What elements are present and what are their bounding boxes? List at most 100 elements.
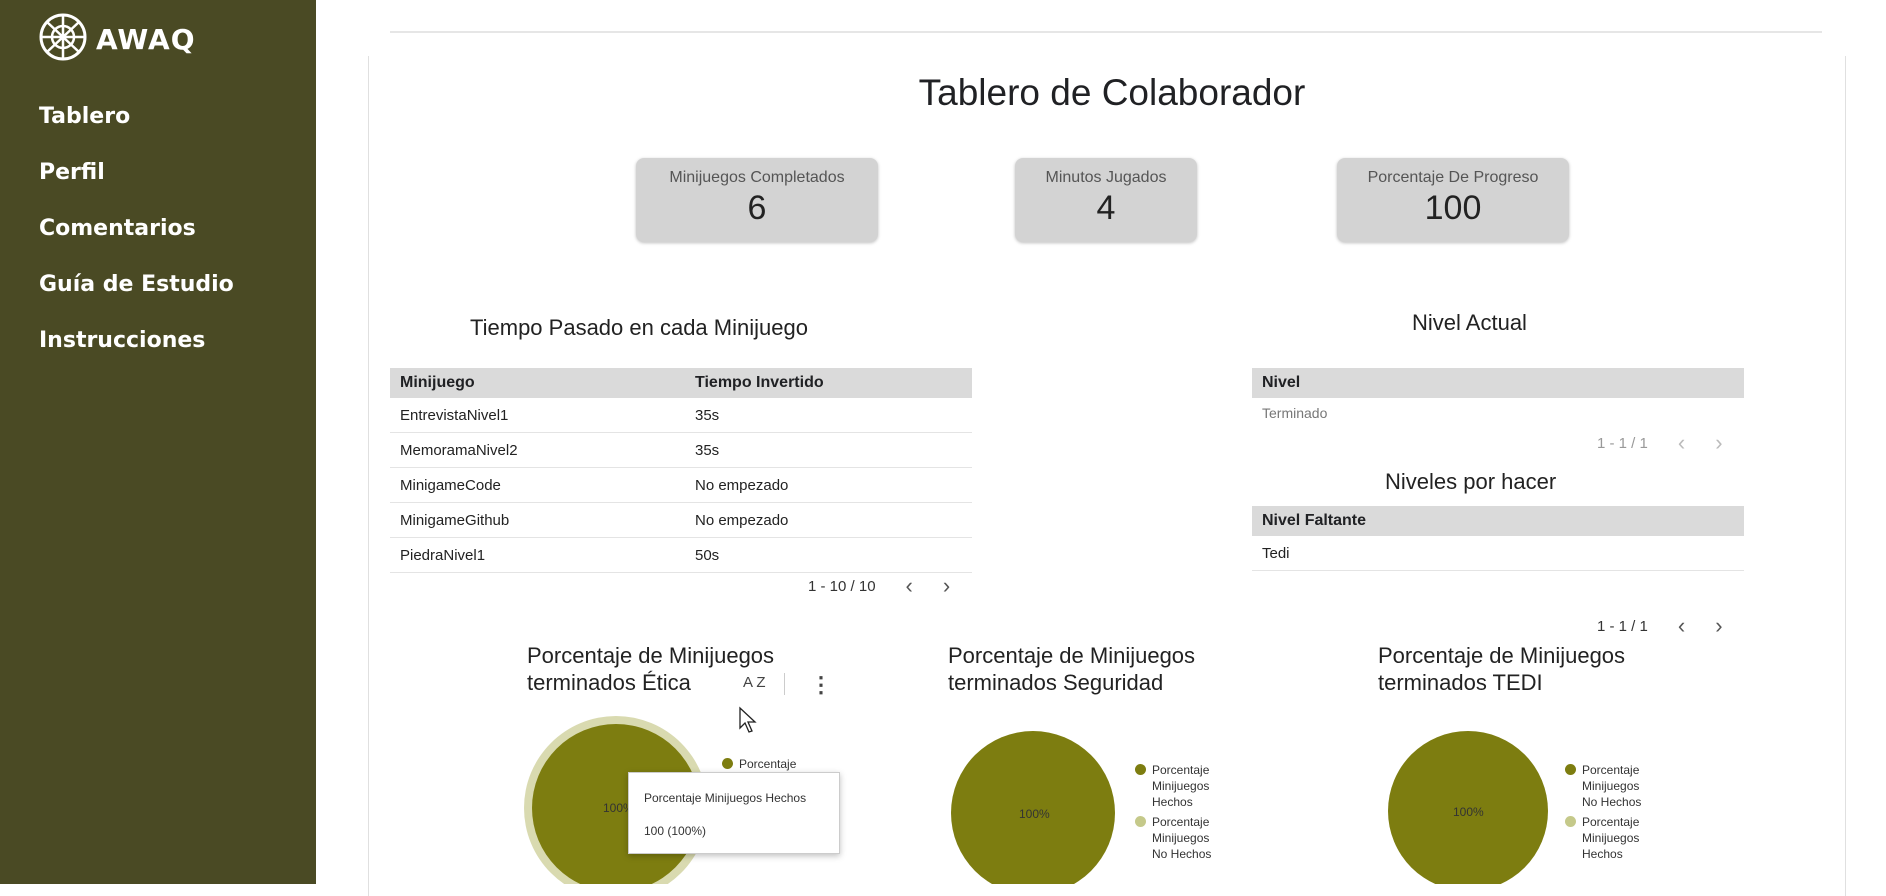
cell-tiempo: No empezado (685, 502, 972, 538)
chart-tooltip: Porcentaje Minijuegos Hechos 100 (100%) (628, 772, 840, 854)
chevron-left-icon[interactable]: ‹ (1678, 613, 1685, 639)
sidebar-item-comentarios[interactable]: Comentarios (39, 216, 196, 241)
kpi-value: 100 (1424, 189, 1482, 227)
chart-tedi-legend: Porcentaje Minijuegos No Hechos Porcenta… (1565, 762, 1641, 866)
todo-table: Nivel Faltante Tedi (1252, 506, 1744, 571)
legend-dot (1565, 816, 1576, 827)
legend-dot (722, 758, 733, 769)
legend-label: Porcentaje (1582, 763, 1640, 777)
legend-dot (1135, 816, 1146, 827)
todo-table-pager: 1 - 1 / 1 ‹ › (1597, 613, 1723, 639)
kpi-minijuegos-completados: Minijuegos Completados 6 (636, 158, 878, 242)
legend-dot (1565, 764, 1576, 775)
legend-item[interactable]: Porcentaje Minijuegos Hechos (1135, 762, 1211, 810)
cell-minijuego: EntrevistaNivel1 (390, 398, 685, 433)
chevron-left-icon[interactable]: ‹ (1678, 430, 1685, 456)
todo-table-title: Niveles por hacer (1385, 469, 1557, 494)
table-row: EntrevistaNivel1 35s (390, 398, 972, 433)
column-header-minijuego[interactable]: Minijuego (390, 368, 685, 398)
table-row: Tedi (1252, 536, 1744, 571)
pager-text: 1 - 10 / 10 (808, 577, 876, 595)
cell-nivel-faltante: Tedi (1252, 536, 1744, 571)
cell-tiempo: 50s (685, 537, 972, 573)
cell-nivel: Terminado (1262, 405, 1328, 421)
cell-tiempo: 35s (685, 398, 972, 433)
legend-label: Hechos (1582, 847, 1623, 861)
chevron-right-icon[interactable]: › (1715, 430, 1722, 456)
kpi-label: Minutos Jugados (1045, 169, 1167, 186)
chevron-right-icon[interactable]: › (943, 573, 950, 599)
legend-item[interactable]: Porcentaje Minijuegos No Hechos (1135, 814, 1211, 862)
level-table-pager: 1 - 1 / 1 ‹ › (1597, 430, 1723, 456)
chevron-right-icon[interactable]: › (1715, 613, 1722, 639)
sort-az-icon[interactable]: A Z (743, 674, 766, 691)
chart-title-line: terminados Ética (527, 670, 691, 695)
table-row: MemoramaNivel2 35s (390, 432, 972, 468)
cell-minijuego: MinigameGithub (390, 502, 685, 538)
time-table-pager: 1 - 10 / 10 ‹ › (808, 573, 950, 599)
legend-label: No Hechos (1152, 847, 1212, 861)
chart-title-line: terminados Seguridad (948, 670, 1164, 695)
legend-label: Porcentaje (1152, 815, 1210, 829)
time-table-title: Tiempo Pasado en cada Minijuego (470, 315, 808, 340)
logo[interactable]: AWAQ (38, 12, 196, 67)
time-table: Minijuego Tiempo Invertido EntrevistaNiv… (390, 368, 972, 573)
legend-label: Minijuegos (1582, 831, 1640, 845)
column-header-nivel[interactable]: Nivel (1252, 368, 1744, 398)
kpi-porcentaje-progreso: Porcentaje De Progreso 100 (1337, 158, 1569, 242)
chart-title-line: Porcentaje de Minijuegos (1378, 643, 1626, 668)
cell-minijuego: MinigameCode (390, 467, 685, 503)
legend-label: No Hechos (1582, 795, 1642, 809)
globe-logo-icon (38, 12, 88, 67)
legend-label: Minijuegos (1152, 779, 1210, 793)
legend-label: Porcentaje (1582, 815, 1640, 829)
cell-minijuego: MemoramaNivel2 (390, 432, 685, 468)
legend-item[interactable]: Porcentaje Minijuegos Hechos (1565, 814, 1641, 862)
level-table: Nivel Terminado (1252, 368, 1744, 428)
logo-text: AWAQ (96, 23, 196, 56)
cell-tiempo: 35s (685, 432, 972, 468)
sidebar-item-perfil[interactable]: Perfil (39, 160, 105, 185)
column-header-nivel-faltante[interactable]: Nivel Faltante (1252, 506, 1744, 536)
kpi-value: 4 (1096, 189, 1116, 227)
sidebar: AWAQ Tablero Perfil Comentarios Guía de … (0, 0, 316, 884)
page-title: Tablero de Colaborador (918, 72, 1306, 113)
legend-label: Porcentaje (1152, 763, 1210, 777)
pager-text: 1 - 1 / 1 (1597, 617, 1648, 635)
chart-seguridad-title: Porcentaje de Minijuegos terminados Segu… (948, 642, 1195, 696)
legend-item[interactable]: Porcentaje (722, 756, 796, 772)
top-divider (390, 31, 1822, 33)
chart-seguridad-legend: Porcentaje Minijuegos Hechos Porcentaje … (1135, 762, 1211, 866)
legend-label: Minijuegos (1582, 779, 1640, 793)
pager-text: 1 - 1 / 1 (1597, 434, 1648, 452)
tooltip-value: 100 (100%) (644, 824, 707, 838)
table-row: MinigameCode No empezado (390, 467, 972, 503)
chart-tedi-title: Porcentaje de Minijuegos terminados TEDI (1378, 642, 1625, 696)
chart-title-line: Porcentaje de Minijuegos (948, 643, 1196, 668)
table-row: MinigameGithub No empezado (390, 502, 972, 538)
pie-slice-label: 100% (1019, 807, 1050, 821)
kpi-label: Porcentaje De Progreso (1367, 169, 1539, 186)
kpi-label: Minijuegos Completados (669, 169, 845, 186)
legend-dot (1135, 764, 1146, 775)
mouse-cursor-icon (739, 706, 757, 733)
more-vert-icon[interactable]: ⋮ (810, 672, 832, 698)
kpi-value: 6 (747, 189, 767, 227)
cell-tiempo: No empezado (685, 467, 972, 503)
kpi-minutos-jugados: Minutos Jugados 4 (1015, 158, 1197, 242)
chart-title-line: Porcentaje de Minijuegos (527, 643, 775, 668)
sidebar-item-instrucciones[interactable]: Instrucciones (39, 328, 205, 353)
legend-label: Porcentaje (739, 757, 797, 771)
legend-item[interactable]: Porcentaje Minijuegos No Hechos (1565, 762, 1641, 810)
legend-label: Hechos (1152, 795, 1193, 809)
chart-title-line: terminados TEDI (1378, 670, 1543, 695)
cell-minijuego: PiedraNivel1 (390, 537, 685, 573)
chevron-left-icon[interactable]: ‹ (906, 573, 913, 599)
pie-slice-label: 100% (1453, 805, 1484, 819)
level-table-title: Nivel Actual (1412, 310, 1527, 335)
tooltip-title: Porcentaje Minijuegos Hechos (644, 791, 807, 805)
column-header-tiempo[interactable]: Tiempo Invertido (685, 368, 972, 398)
sidebar-item-guia-de-estudio[interactable]: Guía de Estudio (39, 272, 234, 297)
chart-etica-title: Porcentaje de Minijuegos terminados Étic… (527, 642, 774, 696)
table-row: Terminado (1252, 398, 1744, 428)
